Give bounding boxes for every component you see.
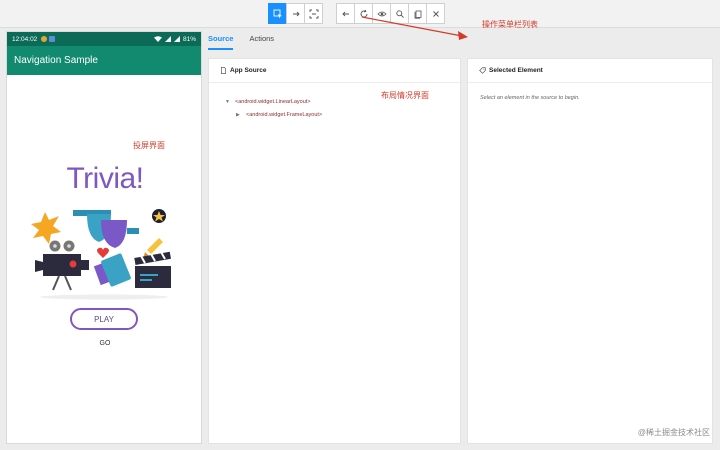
tag-icon: [479, 67, 486, 74]
go-button[interactable]: GO: [7, 340, 201, 347]
watermark: @稀土掘金技术社区: [637, 428, 710, 437]
arrow-left-icon: [341, 11, 349, 16]
selected-element-panel: Selected Element Select an element in th…: [467, 58, 713, 444]
close-icon: [432, 10, 439, 17]
copy-xml-button[interactable]: [408, 3, 427, 24]
layout-annotation: 布局情况界面: [381, 91, 429, 100]
trivia-headline: Trivia!: [66, 162, 144, 195]
inspector-tabs: Source Actions: [208, 34, 290, 50]
pointer-icon: [273, 9, 282, 18]
heart-icon: [97, 247, 109, 258]
search-button[interactable]: [390, 3, 409, 24]
toolbar-left-group: [268, 3, 323, 24]
selected-element-hint: Select an element in the source to begin…: [480, 95, 580, 101]
mask-icon: [101, 220, 127, 248]
battery-level: 81%: [182, 35, 196, 43]
device-status-bar: 12:04:02 81%: [7, 32, 201, 46]
toolbar-right-group: [336, 3, 445, 24]
trivia-illustration: [31, 209, 171, 300]
tab-source[interactable]: Source: [208, 34, 234, 50]
status-right: 81%: [153, 35, 196, 43]
caret-right-icon[interactable]: ▶: [236, 112, 246, 118]
toolbar-annotation: 操作菜单栏列表: [482, 20, 538, 29]
app-title: Navigation Sample: [14, 55, 98, 66]
device-screen[interactable]: 12:04:02 81% Navigation Sample Trivia! P…: [6, 31, 202, 444]
caret-down-icon[interactable]: ▼: [225, 99, 235, 105]
eye-icon: [376, 11, 387, 16]
quit-button[interactable]: [426, 3, 445, 24]
tree-node-linearlayout[interactable]: ▼ <android.widget.LinearLayout>: [225, 95, 322, 108]
status-time: 12:04:02: [12, 35, 38, 43]
app-source-panel: App Source ▼ <android.widget.LinearLayou…: [208, 58, 461, 444]
selected-element-title: Selected Element: [489, 67, 543, 74]
select-elements-button[interactable]: [268, 3, 287, 24]
play-button[interactable]: PLAY: [70, 308, 138, 330]
arrow-right-icon: [292, 11, 300, 16]
search-icon: [395, 9, 404, 18]
refresh-icon: [360, 9, 367, 17]
screen-annotation: 投屏界面: [133, 141, 165, 150]
signal-icon: [173, 36, 180, 42]
wifi-icon: [153, 36, 162, 42]
tree-node-framelayout[interactable]: ▶ <android.widget.FrameLayout>: [225, 108, 322, 121]
crosshair-icon: [309, 9, 318, 18]
show-hide-button[interactable]: [372, 3, 391, 24]
notification-icon: [41, 36, 48, 42]
source-tree: ▼ <android.widget.LinearLayout> ▶ <andro…: [225, 95, 322, 121]
swipe-button[interactable]: [286, 3, 305, 24]
file-icon: [221, 67, 226, 74]
clapperboard-icon: [135, 266, 171, 288]
toolbar: [0, 0, 720, 28]
app-source-title: App Source: [230, 67, 267, 74]
tree-node-label[interactable]: <android.widget.FrameLayout>: [246, 112, 322, 118]
copy-icon: [414, 10, 421, 19]
tab-actions[interactable]: Actions: [249, 34, 274, 50]
selected-element-header: Selected Element: [468, 59, 712, 83]
tree-node-label[interactable]: <android.widget.LinearLayout>: [235, 99, 311, 105]
refresh-button[interactable]: [354, 3, 373, 24]
starburst-icon: [31, 212, 61, 244]
signal-icon: [164, 36, 171, 42]
tap-coordinates-button[interactable]: [304, 3, 323, 24]
app-source-header: App Source: [209, 59, 460, 83]
app-bar: Navigation Sample: [7, 46, 201, 75]
notification-icon: [49, 36, 56, 42]
rocket-icon: [147, 238, 163, 254]
back-button[interactable]: [336, 3, 355, 24]
